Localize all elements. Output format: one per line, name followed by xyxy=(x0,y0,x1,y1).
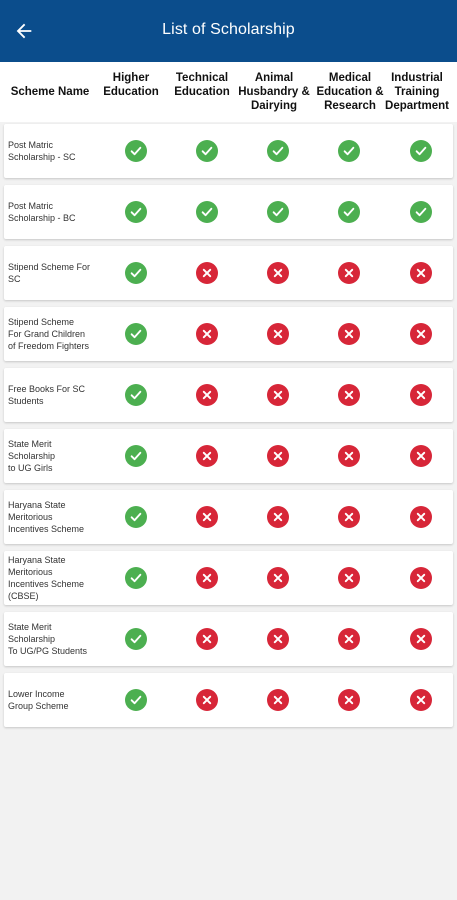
cross-circle-icon xyxy=(196,567,218,589)
check-circle-icon xyxy=(410,201,432,223)
table-row[interactable]: Post Matric Scholarship - SC xyxy=(4,124,453,178)
cross-circle-icon xyxy=(410,262,432,284)
check-circle-icon xyxy=(125,384,147,406)
table-row[interactable]: Lower Income Group Scheme xyxy=(4,673,453,727)
cross-circle-icon xyxy=(267,567,289,589)
cross-circle-icon xyxy=(196,323,218,345)
check-circle-icon xyxy=(125,201,147,223)
table-row[interactable]: Haryana State Meritorious Incentives Sch… xyxy=(4,551,453,605)
cross-circle-icon xyxy=(196,628,218,650)
cross-circle-icon xyxy=(410,567,432,589)
check-circle-icon xyxy=(338,201,360,223)
cross-circle-icon xyxy=(267,628,289,650)
cross-circle-icon xyxy=(338,323,360,345)
table-row[interactable]: State Merit Scholarship to UG Girls xyxy=(4,429,453,483)
table-row[interactable]: Stipend Scheme For SC xyxy=(4,246,453,300)
check-circle-icon xyxy=(338,140,360,162)
cross-circle-icon xyxy=(410,384,432,406)
header-higher-education: Higher Education xyxy=(103,72,159,98)
cross-circle-icon xyxy=(267,323,289,345)
table-row[interactable]: Stipend Scheme For Grand Children of Fre… xyxy=(4,307,453,361)
check-circle-icon xyxy=(125,567,147,589)
cross-circle-icon xyxy=(196,445,218,467)
check-circle-icon xyxy=(125,323,147,345)
cross-circle-icon xyxy=(410,689,432,711)
table-header: Scheme Name Higher Education Technical E… xyxy=(0,62,457,122)
scheme-name: State Merit Scholarship To UG/PG Student… xyxy=(8,622,88,656)
scheme-name: Stipend Scheme For SC xyxy=(8,262,91,284)
check-circle-icon xyxy=(125,140,147,162)
scheme-name: Post Matric Scholarship - SC xyxy=(8,140,76,162)
cross-circle-icon xyxy=(196,384,218,406)
scheme-name: Post Matric Scholarship - BC xyxy=(8,201,76,223)
scheme-name: Haryana State Meritorious Incentives Sch… xyxy=(8,500,85,534)
cross-circle-icon xyxy=(338,445,360,467)
cross-circle-icon xyxy=(267,689,289,711)
check-circle-icon xyxy=(125,445,147,467)
check-circle-icon xyxy=(267,140,289,162)
check-circle-icon xyxy=(196,140,218,162)
cross-circle-icon xyxy=(410,628,432,650)
header-industrial-training: Industrial Training Department xyxy=(385,72,449,112)
table-row[interactable]: State Merit Scholarship To UG/PG Student… xyxy=(4,612,453,666)
scheme-name: Stipend Scheme For Grand Children of Fre… xyxy=(8,317,90,351)
cross-circle-icon xyxy=(338,262,360,284)
header-animal-husbandry: Animal Husbandry & Dairying xyxy=(238,72,310,112)
cross-circle-icon xyxy=(338,384,360,406)
cross-circle-icon xyxy=(196,506,218,528)
check-circle-icon xyxy=(410,140,432,162)
header-medical-education: Medical Education & Research xyxy=(316,72,384,112)
header-technical-education: Technical Education xyxy=(174,72,230,98)
scheme-name: Lower Income Group Scheme xyxy=(8,689,69,711)
cross-circle-icon xyxy=(338,628,360,650)
scheme-name: Free Books For SC Students xyxy=(8,384,86,406)
check-circle-icon xyxy=(125,628,147,650)
table-row[interactable]: Haryana State Meritorious Incentives Sch… xyxy=(4,490,453,544)
cross-circle-icon xyxy=(338,689,360,711)
table-row[interactable]: Free Books For SC Students xyxy=(4,368,453,422)
check-circle-icon xyxy=(125,262,147,284)
cross-circle-icon xyxy=(267,384,289,406)
cross-circle-icon xyxy=(267,506,289,528)
check-circle-icon xyxy=(196,201,218,223)
check-circle-icon xyxy=(125,689,147,711)
scheme-name: Haryana State Meritorious Incentives Sch… xyxy=(8,555,85,601)
header-scheme-name: Scheme Name xyxy=(10,86,90,98)
check-circle-icon xyxy=(125,506,147,528)
cross-circle-icon xyxy=(196,689,218,711)
check-circle-icon xyxy=(267,201,289,223)
cross-circle-icon xyxy=(196,262,218,284)
cross-circle-icon xyxy=(410,323,432,345)
scheme-list: Post Matric Scholarship - SC Post Matric … xyxy=(4,124,453,734)
page-title: List of Scholarship xyxy=(162,21,295,38)
cross-circle-icon xyxy=(338,506,360,528)
cross-circle-icon xyxy=(267,445,289,467)
cross-circle-icon xyxy=(338,567,360,589)
table-row[interactable]: Post Matric Scholarship - BC xyxy=(4,185,453,239)
app-bar: List of Scholarship xyxy=(0,0,457,62)
scheme-name: State Merit Scholarship to UG Girls xyxy=(8,439,56,473)
cross-circle-icon xyxy=(267,262,289,284)
cross-circle-icon xyxy=(410,445,432,467)
cross-circle-icon xyxy=(410,506,432,528)
